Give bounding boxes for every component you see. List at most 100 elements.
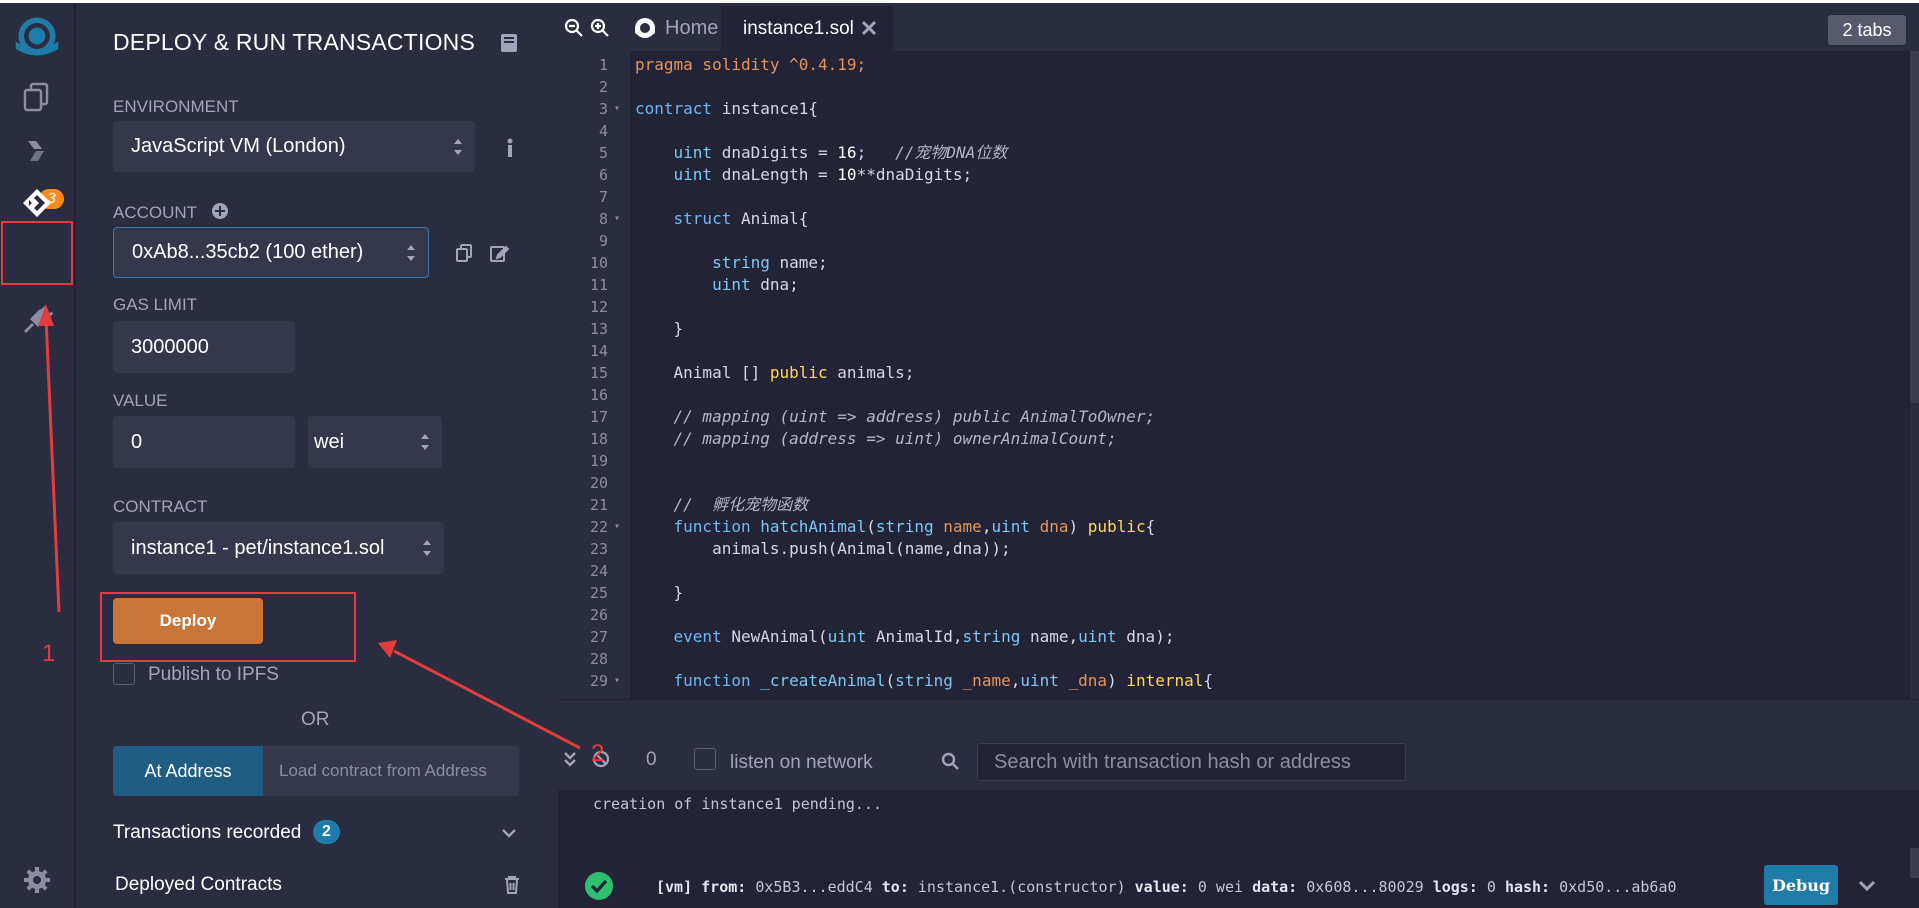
expand-tx-chevron-icon[interactable] [1858,879,1876,897]
code-line[interactable]: 21 // 孵化宠物函数 [558,494,1910,516]
code-line[interactable]: 28 [558,648,1910,670]
line-number: 17 [589,408,608,426]
code-line[interactable]: 20 [558,472,1910,494]
publish-ipfs-checkbox[interactable] [113,663,135,685]
code-line[interactable]: 23 animals.push(Animal(name,dna)); [558,538,1910,560]
value-unit-select[interactable]: wei [308,416,442,468]
value-amount-input[interactable]: 0 [113,416,295,468]
success-check-icon [584,871,614,906]
code-text: // mapping (address => uint) ownerAnimal… [673,429,1117,448]
edit-account-icon[interactable] [489,243,510,268]
deploy-run-panel: DEPLOY & RUN TRANSACTIONS ENVIRONMENT Ja… [76,3,558,908]
line-number: 7 [598,188,608,206]
code-line[interactable]: 12 [558,296,1910,318]
zoom-in-icon[interactable] [590,18,610,43]
tab-instance1-sol[interactable]: instance1.sol [721,6,893,51]
file-explorer-icon[interactable] [12,71,62,121]
code-line[interactable]: 24 [558,560,1910,582]
tx-to-value: instance1.(constructor) [917,878,1126,896]
editor-scrollbar[interactable] [1910,51,1919,403]
select-arrows-icon [454,138,462,155]
panel-title: DEPLOY & RUN TRANSACTIONS [113,29,476,55]
gas-limit-input[interactable]: 3000000 [113,321,295,373]
remix-logo-icon[interactable] [12,11,62,61]
code-editor[interactable]: 1 pragma solidity ^0.4.19; 2 3 ▾ contract ins… [558,51,1910,699]
line-number: 4 [598,122,608,140]
code-line[interactable]: 26 [558,604,1910,626]
code-text: } [635,319,684,338]
collapse-terminal-icon[interactable] [563,750,577,773]
code-line[interactable]: 1 pragma solidity ^0.4.19; [558,54,1910,76]
line-number: 15 [589,364,608,382]
environment-value: JavaScript VM (London) [131,135,346,157]
zoom-out-icon[interactable] [564,18,584,43]
line-number: 5 [598,144,608,162]
plugin-manager-icon[interactable] [12,295,62,345]
debug-button[interactable]: Debug [1764,865,1838,905]
fold-toggle-icon[interactable]: ▾ [614,670,620,692]
code-line[interactable]: 4 [558,120,1910,142]
publish-ipfs-label: Publish to IPFS [148,664,279,685]
documentation-icon[interactable] [500,33,518,58]
code-line[interactable]: 19 [558,450,1910,472]
trash-icon[interactable] [504,875,520,900]
code-line[interactable]: 18 // mapping (address => uint) ownerAni… [558,428,1910,450]
fold-toggle-icon[interactable]: ▾ [614,98,620,120]
add-account-icon[interactable] [211,202,229,225]
tx-value-value: 0 wei [1197,878,1244,896]
code-line[interactable]: 6 uint dnaLength = 10**dnaDigits; [558,164,1910,186]
fold-toggle-icon[interactable]: ▾ [614,516,620,538]
fold-toggle-icon[interactable]: ▾ [614,208,620,230]
load-address-input[interactable]: Load contract from Address [263,746,519,796]
copy-account-icon[interactable] [455,243,473,268]
contract-label: CONTRACT [113,497,208,516]
transactions-recorded-label[interactable]: Transactions recorded [113,822,301,844]
contract-select[interactable]: instance1 - pet/instance1.sol [113,522,444,574]
code-line[interactable]: 25 } [558,582,1910,604]
line-number: 9 [598,232,608,250]
code-line[interactable]: 17 // mapping (uint => address) public A… [558,406,1910,428]
annotation-box-deploy-button [100,592,356,662]
code-line[interactable]: 11 uint dna; [558,274,1910,296]
transaction-log-line[interactable]: [vm] from: 0x5B3...eddC4 to: instance1.(… [656,878,1677,896]
code-line[interactable]: 9 [558,230,1910,252]
code-line[interactable]: 14 [558,340,1910,362]
terminal-scrollbar[interactable] [1910,848,1919,878]
environment-info-icon[interactable] [506,138,514,163]
code-line[interactable]: 16 [558,384,1910,406]
chevron-down-icon[interactable] [502,826,516,844]
code-line[interactable]: 13 } [558,318,1910,340]
tabs-count-button[interactable]: 2 tabs [1828,15,1906,45]
code-line[interactable]: 29 ▾ function _createAnimal(string _name,… [558,670,1910,692]
code-text: uint dnaLength = 10**dnaDigits; [673,165,973,184]
code-line[interactable]: 8 ▾ struct Animal{ [558,208,1910,230]
account-select[interactable]: 0xAb8...35cb2 (100 ether) [113,227,429,278]
settings-gear-icon[interactable] [12,855,62,905]
code-line[interactable]: 27 event NewAnimal(uint AnimalId,string … [558,626,1910,648]
code-line[interactable]: 7 [558,186,1910,208]
at-address-button[interactable]: At Address [113,746,263,796]
line-number: 27 [589,628,608,646]
environment-select[interactable]: JavaScript VM (London) [113,121,475,172]
code-text: // mapping (uint => address) public Anim… [673,407,1156,426]
code-line[interactable]: 5 uint dnaDigits = 16; //宠物DNA位数 [558,142,1910,164]
solidity-compiler-icon[interactable] [12,128,62,178]
line-number: 26 [589,606,608,624]
code-line[interactable]: 22 ▾ function hatchAnimal(string name,uin… [558,516,1910,538]
terminal-search-input[interactable]: Search with transaction hash or address [977,743,1406,781]
code-line[interactable]: 2 [558,76,1910,98]
code-line[interactable]: 10 string name; [558,252,1910,274]
listen-network-checkbox[interactable] [694,748,716,770]
code-line[interactable]: 15 Animal [] public animals; [558,362,1910,384]
line-number: 8 [598,210,608,228]
tab-home[interactable]: Home [633,11,718,45]
line-number: 14 [589,342,608,360]
code-text: animals.push(Animal(name,dna)); [635,539,1011,558]
line-number: 28 [589,650,608,668]
code-line[interactable]: 3 ▾ contract instance1{ [558,98,1910,120]
environment-label: ENVIRONMENT [113,97,239,116]
line-number: 23 [589,540,608,558]
gas-limit-label: GAS LIMIT [113,295,198,314]
code-text: string name; [712,253,828,272]
close-icon[interactable] [859,18,879,38]
